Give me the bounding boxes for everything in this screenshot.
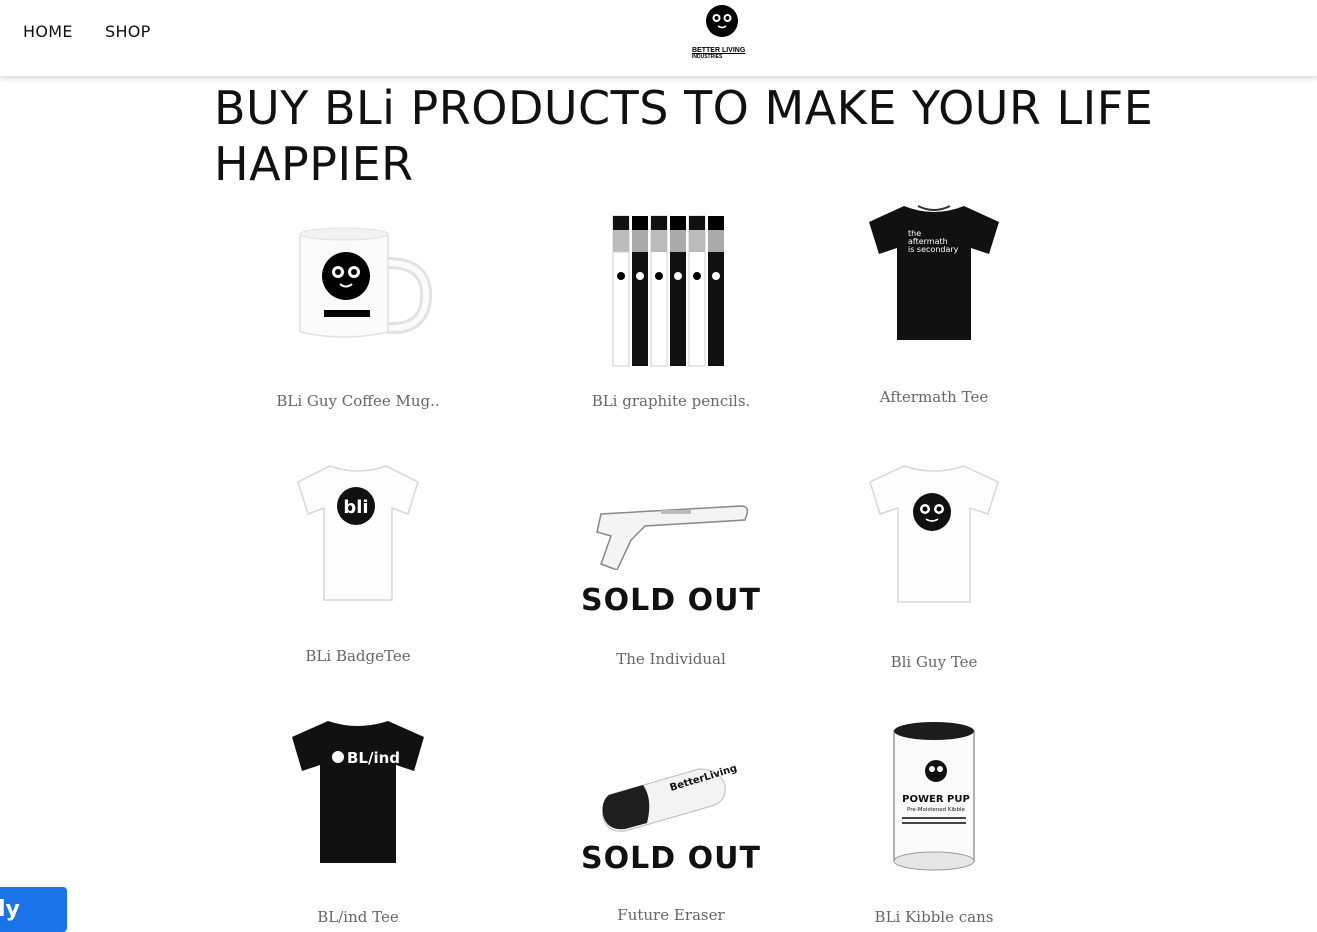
product-name[interactable]: Aftermath Tee xyxy=(814,388,1054,406)
product-name[interactable]: BL/ind Tee xyxy=(238,908,478,926)
white-tshirt-face-icon xyxy=(869,465,999,603)
svg-text:is secondary: is secondary xyxy=(908,245,959,254)
nav-shop-link[interactable]: SHOP xyxy=(105,22,151,41)
product-card-the-individual[interactable]: SOLD OUT The Individual xyxy=(551,455,791,670)
white-tshirt-icon: bli xyxy=(297,465,419,601)
can-icon: POWER PUP Pre-Moistened Kibble xyxy=(893,722,975,871)
bli-guy-logo-icon xyxy=(706,5,738,37)
product-name[interactable]: Future Eraser xyxy=(551,906,791,924)
black-tshirt-icon: the aftermath is secondary xyxy=(869,205,999,340)
product-name[interactable]: BLi BadgeTee xyxy=(238,647,478,665)
pencils-icon xyxy=(612,215,724,367)
product-card-future-eraser[interactable]: BetterLiving SOLD OUT Future Eraser xyxy=(551,710,791,925)
product-card-badge-tee[interactable]: bli BLi BadgeTee xyxy=(238,455,478,670)
product-name[interactable]: BLi graphite pencils. xyxy=(551,392,791,410)
product-card-kibble-cans[interactable]: POWER PUP Pre-Moistened Kibble BLi Kibbl… xyxy=(814,710,1054,926)
floating-apply-button[interactable]: ly xyxy=(0,887,67,932)
product-name[interactable]: BLi Kibble cans xyxy=(814,908,1054,926)
product-name[interactable]: Bli Guy Tee xyxy=(814,653,1054,671)
svg-text:bli: bli xyxy=(343,497,368,518)
sold-out-badge: SOLD OUT xyxy=(581,841,761,876)
product-card-pencils[interactable]: BLi graphite pencils. xyxy=(551,200,791,415)
ray-gun-icon xyxy=(596,505,749,570)
coffee-mug-icon xyxy=(299,227,433,338)
product-card-coffee-mug[interactable]: BLi Guy Coffee Mug.. xyxy=(238,200,478,415)
product-card-aftermath-tee[interactable]: the aftermath is secondary Aftermath Tee xyxy=(814,198,1054,413)
page-title: BUY BLi PRODUCTS TO MAKE YOUR LIFE HAPPI… xyxy=(214,81,1154,191)
product-name[interactable]: BLi Guy Coffee Mug.. xyxy=(238,392,478,410)
product-card-blind-tee[interactable]: BL/ind BL/ind Tee xyxy=(238,710,478,926)
product-name[interactable]: The Individual xyxy=(551,650,791,668)
sold-out-badge: SOLD OUT xyxy=(581,583,761,618)
site-header: HOME SHOP BETTER LIVING INDUSTRIES xyxy=(0,0,1317,76)
product-card-bli-guy-tee[interactable]: Bli Guy Tee xyxy=(814,455,1054,671)
svg-text:POWER PUP: POWER PUP xyxy=(902,794,970,805)
nav-home-link[interactable]: HOME xyxy=(23,22,73,41)
eraser-icon: BetterLiving xyxy=(602,763,739,832)
svg-text:BL/ind: BL/ind xyxy=(347,749,400,767)
black-tshirt-icon: BL/ind xyxy=(292,721,424,863)
logo-text: BETTER LIVING INDUSTRIES xyxy=(692,47,746,60)
site-logo[interactable]: BETTER LIVING INDUSTRIES xyxy=(692,5,752,67)
svg-text:Pre-Moistened Kibble: Pre-Moistened Kibble xyxy=(907,807,966,813)
